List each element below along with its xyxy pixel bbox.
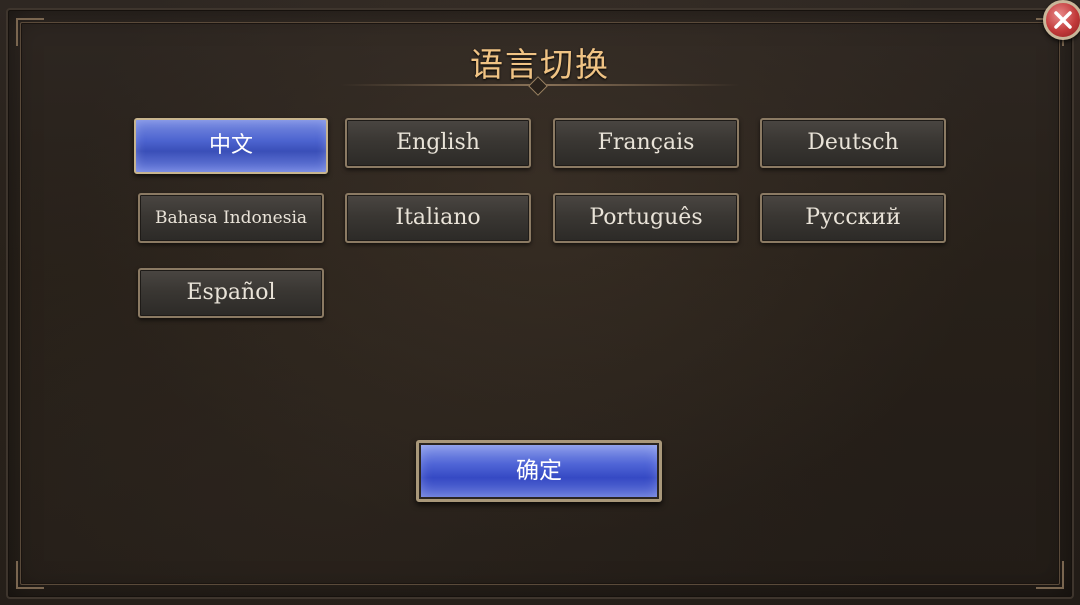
confirm-button[interactable]: 确定	[416, 440, 662, 502]
language-option-german[interactable]: Deutsch	[760, 118, 946, 168]
corner-ornament	[1036, 561, 1064, 589]
language-option-italian[interactable]: Italiano	[345, 193, 531, 243]
language-option-portuguese[interactable]: Português	[553, 193, 739, 243]
language-dialog: 语言切换 中文 English Français Deutsch Bahasa …	[0, 0, 1080, 605]
language-option-spanish[interactable]: Español	[138, 268, 324, 318]
corner-ornament	[16, 561, 44, 589]
close-button[interactable]	[1043, 0, 1080, 40]
language-option-indonesian[interactable]: Bahasa Indonesia	[138, 193, 324, 243]
close-icon	[1054, 11, 1072, 29]
language-option-english[interactable]: English	[345, 118, 531, 168]
language-option-chinese[interactable]: 中文	[134, 118, 328, 174]
language-option-french[interactable]: Français	[553, 118, 739, 168]
language-option-russian[interactable]: Русский	[760, 193, 946, 243]
